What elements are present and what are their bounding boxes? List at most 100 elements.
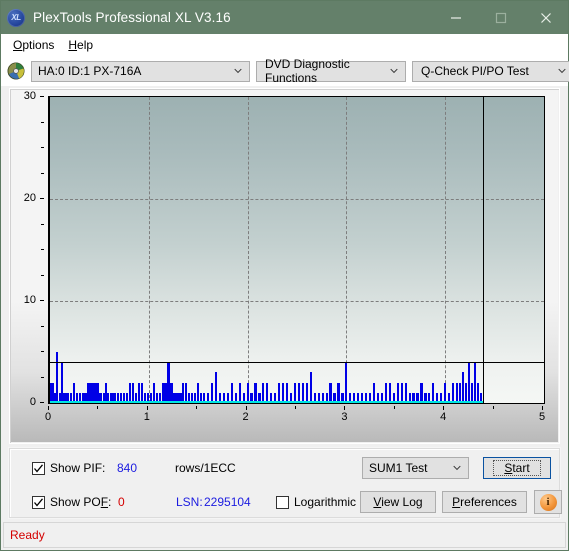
plextools-window: XL PlexTools Professional XL V3.16 Optio… bbox=[0, 0, 569, 551]
view-log-button[interactable]: View Log bbox=[360, 491, 436, 513]
chevron-down-icon bbox=[390, 67, 398, 75]
pif-bar bbox=[230, 382, 233, 403]
test-select-value: Q-Check PI/PO Test bbox=[421, 64, 529, 78]
y-axis-tick-label: 0 bbox=[29, 396, 36, 408]
minimize-icon[interactable] bbox=[433, 1, 478, 34]
pif-bar bbox=[254, 382, 257, 403]
info-icon: i bbox=[539, 493, 557, 511]
scan-end-line bbox=[482, 97, 484, 403]
pif-bar bbox=[170, 382, 173, 403]
pif-bar bbox=[72, 382, 75, 403]
close-icon[interactable] bbox=[523, 1, 568, 34]
x-axis-tick-label: 5 bbox=[538, 411, 546, 423]
pif-bar bbox=[467, 362, 470, 403]
pif-bar bbox=[372, 382, 376, 403]
x-axis-tick-label: 3 bbox=[341, 411, 348, 423]
pif-bar bbox=[152, 382, 155, 403]
pif-bar bbox=[305, 382, 308, 403]
menu-item-options[interactable]: Options bbox=[7, 36, 62, 54]
selector-toolbar: HA:0 ID:1 PX-716A DVD Diagnostic Functio… bbox=[1, 56, 569, 86]
logarithmic-label: Logarithmic bbox=[294, 495, 357, 509]
pif-bar bbox=[293, 382, 297, 403]
lsn-label: LSN: bbox=[176, 495, 203, 509]
pif-bar bbox=[87, 382, 90, 403]
x-axis-tick bbox=[48, 406, 49, 410]
pif-bar bbox=[444, 382, 447, 403]
y-axis-minor-tick bbox=[41, 223, 44, 225]
pif-bar bbox=[246, 382, 249, 403]
pif-bar bbox=[140, 382, 143, 403]
sum-test-value: SUM1 Test bbox=[369, 461, 428, 475]
title-bar: XL PlexTools Professional XL V3.16 bbox=[1, 1, 568, 34]
pif-bar bbox=[167, 362, 170, 403]
checkbox-icon bbox=[32, 461, 45, 475]
pif-bar bbox=[197, 382, 200, 403]
x-axis-tick bbox=[443, 406, 445, 410]
show-pif-checkbox[interactable]: Show PIF: bbox=[32, 461, 105, 475]
menu-item-help[interactable]: Help bbox=[62, 36, 101, 54]
function-group-select[interactable]: DVD Diagnostic Functions bbox=[256, 57, 406, 85]
test-select[interactable]: Q-Check PI/PO Test bbox=[412, 60, 569, 82]
app-logo-text: XL bbox=[11, 13, 21, 22]
preferences-label: Preferences bbox=[452, 495, 517, 509]
info-button[interactable]: i bbox=[534, 490, 562, 514]
y-axis-tick bbox=[40, 402, 44, 403]
pif-bar bbox=[461, 372, 465, 403]
x-axis-tick-label: 2 bbox=[242, 411, 249, 423]
y-axis-tick-label: 10 bbox=[23, 294, 36, 306]
pif-bar bbox=[164, 382, 167, 403]
chevron-down-icon bbox=[234, 67, 242, 75]
y-axis-minor-tick bbox=[41, 351, 44, 352]
pif-bar bbox=[161, 382, 164, 403]
pif-bar bbox=[131, 382, 135, 403]
plot-area[interactable] bbox=[48, 96, 545, 404]
controls-row-2: Show POF: 0 LSN: 2295104 Logarithmic Vie… bbox=[10, 487, 562, 517]
controls-panel: Show PIF: 840 rows/1ECC SUM1 Test Start bbox=[1, 448, 568, 522]
x-axis-tick-label: 4 bbox=[440, 411, 447, 423]
pif-bar bbox=[137, 382, 140, 403]
pif-value: 840 bbox=[117, 461, 138, 475]
status-bar: Ready bbox=[3, 522, 566, 548]
y-axis-minor-tick bbox=[41, 147, 44, 148]
pif-bar bbox=[458, 382, 462, 403]
logarithmic-checkbox[interactable]: Logarithmic bbox=[276, 495, 356, 509]
pif-bars bbox=[50, 97, 544, 403]
x-axis-minor-tick bbox=[196, 406, 198, 409]
sum-test-select[interactable]: SUM1 Test bbox=[362, 457, 469, 479]
start-button[interactable]: Start bbox=[483, 457, 551, 479]
pif-bar bbox=[93, 382, 96, 403]
pif-bar bbox=[309, 372, 312, 403]
pif-bar bbox=[238, 382, 241, 403]
y-axis-tick-label: 20 bbox=[23, 192, 36, 204]
chart-panel: 0 10 20 30 0 1 2 3 4 5 bbox=[1, 86, 568, 448]
pif-bar bbox=[432, 382, 435, 403]
pif-bar bbox=[473, 362, 476, 403]
chart-inner: 0 10 20 30 0 1 2 3 4 5 bbox=[11, 90, 558, 442]
pof-value: 0 bbox=[118, 495, 125, 509]
pif-bar bbox=[384, 382, 387, 403]
pif-bar bbox=[55, 352, 58, 403]
app-logo-icon: XL bbox=[7, 8, 25, 27]
maximize-icon[interactable] bbox=[478, 1, 523, 34]
show-pof-checkbox[interactable]: Show POF: bbox=[32, 495, 111, 509]
pif-bar bbox=[282, 382, 285, 403]
x-axis-minor-tick bbox=[97, 406, 99, 409]
checkbox-icon bbox=[32, 495, 45, 509]
y-axis-minor-tick bbox=[41, 249, 44, 250]
chevron-down-icon bbox=[453, 464, 461, 472]
window-buttons bbox=[433, 1, 568, 34]
drive-select[interactable]: HA:0 ID:1 PX-716A bbox=[31, 60, 250, 82]
pif-bar bbox=[400, 382, 403, 403]
pif-bar bbox=[266, 382, 269, 403]
y-axis-minor-tick bbox=[41, 376, 44, 378]
preferences-button[interactable]: Preferences bbox=[442, 491, 527, 513]
pif-bar bbox=[337, 382, 340, 403]
pif-bar bbox=[345, 362, 348, 403]
pif-bar bbox=[297, 382, 301, 403]
pif-bar bbox=[278, 382, 281, 403]
start-button-label: Start bbox=[493, 460, 541, 476]
x-axis-tick-label: 0 bbox=[44, 411, 52, 423]
y-axis-minor-tick bbox=[41, 325, 44, 327]
show-pof-label: Show POF: bbox=[50, 495, 112, 509]
status-text: Ready bbox=[10, 528, 45, 542]
